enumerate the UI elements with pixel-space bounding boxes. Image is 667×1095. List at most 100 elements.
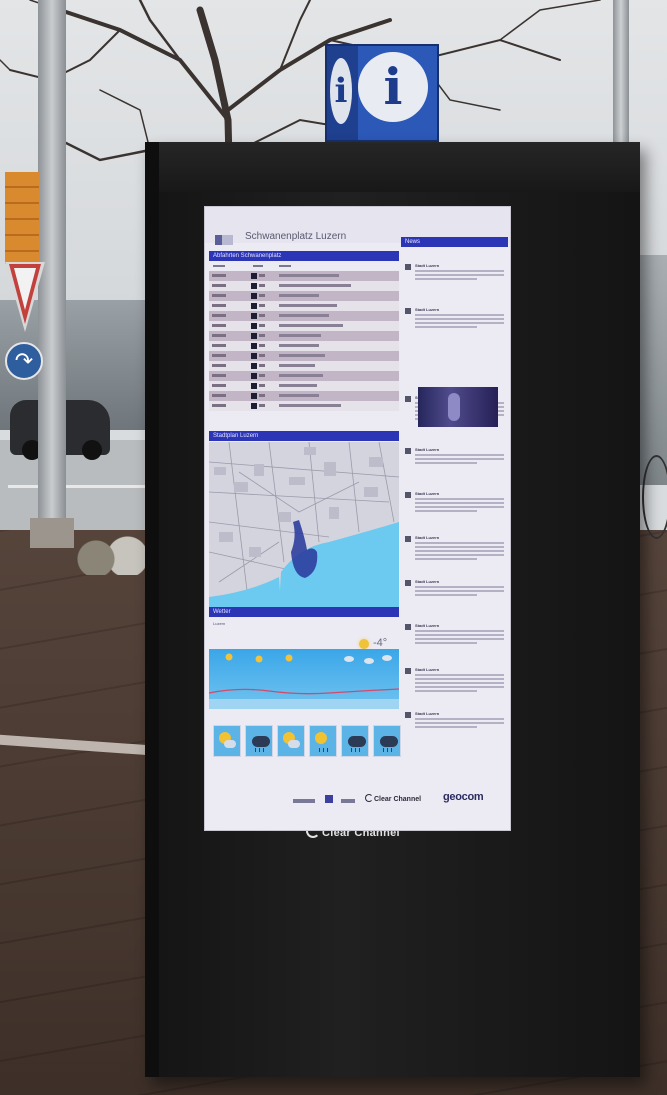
bus-icon	[251, 323, 257, 329]
partner-logo	[325, 795, 333, 803]
weather-forecast-graph	[209, 649, 399, 709]
departure-time	[212, 384, 226, 387]
sunny-cloud-icon	[213, 725, 241, 757]
news-author: Stadt Luzern	[415, 535, 440, 540]
line-number	[259, 294, 265, 297]
departure-row[interactable]	[209, 271, 399, 281]
destination	[279, 284, 351, 287]
bicycle	[642, 455, 667, 539]
news-author: Stadt Luzern	[415, 491, 440, 496]
news-item[interactable]: Stadt Luzern	[405, 535, 504, 571]
departure-time	[212, 314, 226, 317]
destination	[279, 294, 319, 297]
line-number	[259, 344, 265, 347]
rocks	[75, 535, 145, 575]
departures-columns	[209, 263, 399, 270]
departure-time	[212, 334, 226, 337]
rain-cloud-icon	[341, 725, 369, 757]
departure-row[interactable]	[209, 361, 399, 371]
departure-time	[212, 294, 226, 297]
departure-row[interactable]	[209, 381, 399, 391]
news-item[interactable]: Stadt Luzern	[405, 263, 504, 299]
clear-channel-logo: Clear Channel	[365, 794, 421, 803]
departure-row[interactable]	[209, 351, 399, 361]
departure-row[interactable]	[209, 281, 399, 291]
departure-row[interactable]	[209, 331, 399, 341]
destination	[279, 274, 339, 277]
news-item[interactable]: Stadt Luzern	[405, 579, 504, 615]
utility-pole	[613, 0, 629, 150]
destination	[279, 334, 321, 337]
news-author: Stadt Luzern	[415, 667, 440, 672]
departure-row[interactable]	[209, 391, 399, 401]
sun-icon	[359, 639, 369, 649]
news-photo	[418, 387, 498, 427]
rain-cloud-icon	[373, 725, 401, 757]
departures-table	[209, 271, 399, 411]
news-item[interactable]: Stadt Luzern	[405, 623, 504, 659]
partner-logo	[341, 799, 355, 803]
map-header: Stadtplan Luzern	[209, 431, 399, 441]
departure-row[interactable]	[209, 371, 399, 381]
bus-icon	[251, 353, 257, 359]
line-number	[259, 324, 265, 327]
departure-time	[212, 364, 226, 367]
departure-time	[212, 274, 226, 277]
departure-row[interactable]	[209, 291, 399, 301]
sunny-cloud-icon	[277, 725, 305, 757]
direction-sign	[5, 172, 39, 264]
bus-icon	[251, 283, 257, 289]
departure-row[interactable]	[209, 341, 399, 351]
news-author: Stadt Luzern	[415, 711, 440, 716]
destination	[279, 384, 317, 387]
weather-temperature: -4°	[373, 637, 388, 649]
destination	[279, 304, 337, 307]
line-number	[259, 374, 265, 377]
departure-time	[212, 304, 226, 307]
news-item[interactable]: Stadt Luzern	[405, 307, 504, 343]
sun-rain-icon	[309, 725, 337, 757]
news-author: Stadt Luzern	[415, 307, 440, 312]
touch-screen[interactable]: Schwanenplatz Luzern Abfahrten Schwanenp…	[204, 206, 511, 831]
background-building-right	[640, 255, 667, 485]
line-number	[259, 394, 265, 397]
departure-time	[212, 284, 226, 287]
news-item[interactable]: Stadt Luzern	[405, 447, 504, 483]
line-number	[259, 354, 265, 357]
departure-time	[212, 324, 226, 327]
news-header: News	[401, 237, 508, 247]
screen-footer: Clear Channel geocom	[205, 787, 510, 815]
line-number	[259, 334, 265, 337]
partner-logo	[293, 799, 315, 803]
news-feed[interactable]: Stadt Luzern Stadt Luzern Stadt Luzern Stad…	[401, 257, 508, 817]
info-icon: i	[358, 52, 428, 122]
news-author: Stadt Luzern	[415, 447, 440, 452]
line-number	[259, 364, 265, 367]
turn-right-sign-icon: ↷	[5, 342, 43, 380]
departure-row[interactable]	[209, 311, 399, 321]
news-item[interactable]: Stadt Luzern	[405, 711, 504, 747]
departure-row[interactable]	[209, 321, 399, 331]
news-item[interactable]: Stadt Luzern	[405, 667, 504, 703]
destination	[279, 344, 319, 347]
bus-icon	[251, 273, 257, 279]
city-map[interactable]	[209, 442, 399, 607]
destination	[279, 324, 343, 327]
bus-icon	[251, 333, 257, 339]
road-marking	[8, 485, 148, 488]
news-item[interactable]: Stadt Luzern	[405, 491, 504, 527]
departure-row[interactable]	[209, 301, 399, 311]
news-author: Stadt Luzern	[415, 579, 440, 584]
geocom-logo: geocom	[443, 791, 484, 803]
departure-time	[212, 354, 226, 357]
bus-icon	[251, 313, 257, 319]
info-icon: i	[330, 58, 352, 124]
news-author: Stadt Luzern	[415, 623, 440, 628]
photo-scene: ↷ i i Clear Channel Schwanenplatz Luzern…	[0, 0, 667, 1095]
weather-header: Wetter	[209, 607, 399, 617]
bus-icon	[251, 293, 257, 299]
line-number	[259, 274, 265, 277]
news-author: Stadt Luzern	[415, 263, 440, 268]
departure-row[interactable]	[209, 401, 399, 411]
destination	[279, 314, 329, 317]
